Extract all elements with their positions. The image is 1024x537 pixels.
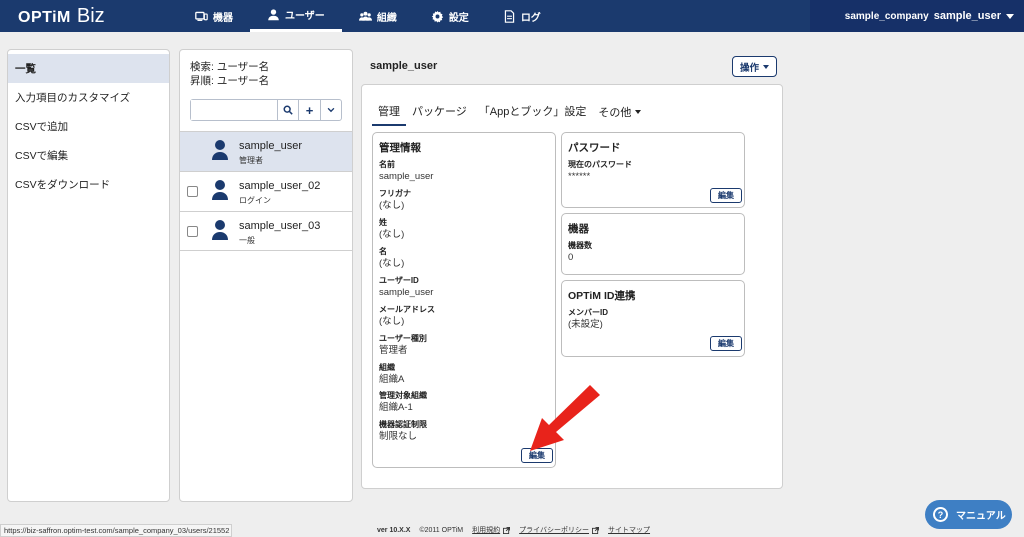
user-name: sample_user bbox=[239, 140, 302, 152]
chevron-down-icon bbox=[635, 110, 642, 114]
field-furigana: フリガナ (なし) bbox=[379, 189, 411, 211]
device-icon bbox=[195, 11, 208, 21]
user-name: sample_user_02 bbox=[239, 180, 321, 192]
privacy-link[interactable]: プライバシーポリシー bbox=[519, 525, 600, 535]
sitemap-link[interactable]: サイトマップ bbox=[608, 525, 650, 535]
field-member-id: メンバーID (未設定) bbox=[568, 308, 608, 330]
manual-button[interactable]: ? マニュアル bbox=[925, 500, 1012, 529]
log-icon bbox=[504, 9, 514, 23]
nav-organization[interactable]: 組織 bbox=[342, 0, 414, 32]
version-text: ver 10.X.X bbox=[377, 526, 411, 534]
copyright-text: ©2011 OPTiM bbox=[419, 526, 464, 534]
logo[interactable]: OPTiM Biz bbox=[18, 5, 105, 28]
password-edit-button[interactable]: 編集 bbox=[710, 188, 742, 203]
account-menu[interactable]: sample_company sample_user bbox=[810, 0, 1024, 32]
external-link-icon bbox=[592, 526, 600, 534]
field-current-password: 現在のパスワード ****** bbox=[568, 160, 632, 182]
menu-item-csv-download[interactable]: CSVをダウンロード bbox=[8, 170, 169, 199]
optim-id-heading: OPTiM ID連携 bbox=[568, 290, 636, 302]
user-row[interactable]: sample_user_03 一般 bbox=[180, 211, 352, 251]
list-options-button[interactable] bbox=[319, 100, 341, 120]
user-avatar-icon bbox=[212, 220, 228, 240]
field-user-id: ユーザーID sample_user bbox=[379, 276, 434, 298]
devices-heading: 機器 bbox=[568, 223, 589, 235]
optim-id-card: OPTiM ID連携 メンバーID (未設定) 編集 bbox=[561, 280, 745, 357]
account-user-name: sample_user bbox=[933, 10, 1001, 22]
field-first-name: 名 (なし) bbox=[379, 247, 405, 269]
search-box: + bbox=[190, 99, 342, 121]
filter-search-text: 検索: ユーザー名 bbox=[190, 61, 270, 73]
company-name: sample_company bbox=[844, 10, 929, 22]
user-row[interactable]: sample_user_02 ログイン bbox=[180, 171, 352, 211]
menu-item-csv-add[interactable]: CSVで追加 bbox=[8, 112, 169, 141]
field-device-auth-restriction: 機器認証制限 制限なし bbox=[379, 420, 427, 442]
field-device-count: 機器数 0 bbox=[568, 241, 592, 263]
field-email: メールアドレス (なし) bbox=[379, 305, 435, 327]
external-link-icon bbox=[503, 526, 511, 534]
help-icon: ? bbox=[933, 507, 948, 522]
filter-sort-text: 昇順: ユーザー名 bbox=[190, 75, 270, 87]
add-user-button[interactable]: + bbox=[298, 100, 319, 120]
user-list-panel: 検索: ユーザー名 昇順: ユーザー名 + sample_user 管理者 sa… bbox=[179, 49, 353, 502]
nav-devices[interactable]: 機器 bbox=[178, 0, 250, 32]
tab-app-book-settings[interactable]: 「Appとブック」設定 bbox=[473, 103, 593, 126]
password-card: パスワード 現在のパスワード ****** 編集 bbox=[561, 132, 745, 208]
user-checkbox[interactable] bbox=[187, 186, 198, 197]
search-icon bbox=[283, 105, 293, 115]
user-role: ログイン bbox=[239, 196, 271, 205]
terms-link[interactable]: 利用規約 bbox=[472, 525, 511, 535]
optim-id-edit-button[interactable]: 編集 bbox=[710, 336, 742, 351]
action-menu-button[interactable]: 操作 bbox=[732, 56, 777, 77]
user-avatar-icon bbox=[212, 140, 228, 160]
footer: ver 10.X.X ©2011 OPTiM 利用規約 プライバシーポリシー サ… bbox=[377, 525, 650, 535]
tab-other[interactable]: その他 bbox=[592, 103, 647, 126]
field-user-type: ユーザー種別 管理者 bbox=[379, 334, 427, 356]
organization-icon bbox=[358, 11, 372, 21]
user-role: 一般 bbox=[239, 236, 255, 245]
side-menu: 一覧 入力項目のカスタマイズ CSVで追加 CSVで編集 CSVをダウンロード bbox=[7, 49, 170, 502]
menu-item-list[interactable]: 一覧 bbox=[8, 54, 169, 83]
nav-users[interactable]: ユーザー bbox=[250, 0, 342, 32]
field-name: 名前 sample_user bbox=[379, 160, 434, 182]
user-checkbox[interactable] bbox=[187, 226, 198, 237]
menu-item-csv-edit[interactable]: CSVで編集 bbox=[8, 141, 169, 170]
nav-log[interactable]: ログ bbox=[486, 0, 558, 32]
nav-settings[interactable]: 設定 bbox=[414, 0, 486, 32]
gear-icon bbox=[431, 10, 443, 23]
tab-management[interactable]: 管理 bbox=[372, 103, 406, 126]
top-bar: OPTiM Biz 機器 ユーザー 組織 設定 ログ sample_compan… bbox=[0, 0, 1024, 32]
detail-tabs: 管理 パッケージ 「Appとブック」設定 その他 bbox=[372, 103, 647, 126]
search-input[interactable] bbox=[191, 100, 277, 120]
filter-info[interactable]: 検索: ユーザー名 昇順: ユーザー名 bbox=[190, 60, 269, 88]
chevron-down-icon bbox=[327, 107, 335, 113]
detail-title: sample_user bbox=[370, 60, 438, 72]
user-avatar-icon bbox=[212, 180, 228, 200]
field-last-name: 姓 (なし) bbox=[379, 218, 405, 240]
user-icon bbox=[268, 9, 279, 21]
search-button[interactable] bbox=[277, 100, 298, 120]
red-arrow-annotation bbox=[530, 385, 600, 451]
password-heading: パスワード bbox=[568, 142, 621, 154]
menu-item-customize-fields[interactable]: 入力項目のカスタマイズ bbox=[8, 83, 169, 112]
tab-packages[interactable]: パッケージ bbox=[406, 103, 473, 126]
user-list: sample_user 管理者 sample_user_02 ログイン samp… bbox=[180, 131, 352, 251]
user-row[interactable]: sample_user 管理者 bbox=[180, 131, 352, 171]
field-organization: 組織 組織A bbox=[379, 363, 405, 385]
field-managed-organization: 管理対象組織 組織A-1 bbox=[379, 391, 427, 413]
chevron-down-icon bbox=[1006, 13, 1014, 19]
browser-status-url: https://biz-saffron.optim-test.com/sampl… bbox=[0, 524, 232, 537]
user-name: sample_user_03 bbox=[239, 220, 321, 232]
devices-card: 機器 機器数 0 bbox=[561, 213, 745, 275]
chevron-down-icon bbox=[763, 64, 769, 69]
main-nav: 機器 ユーザー 組織 設定 ログ bbox=[178, 0, 558, 32]
management-heading: 管理情報 bbox=[379, 142, 421, 154]
user-role: 管理者 bbox=[239, 156, 263, 165]
